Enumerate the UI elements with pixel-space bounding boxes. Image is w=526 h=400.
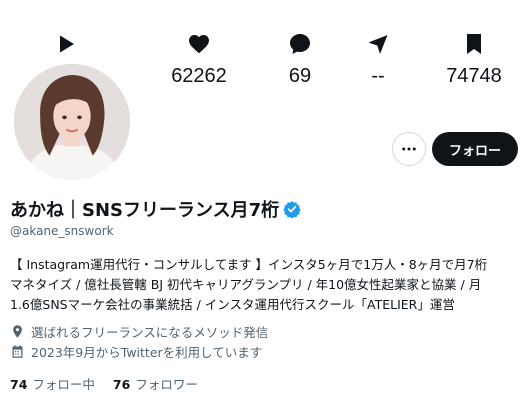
stat-shares-count: -- bbox=[371, 65, 385, 87]
bio-line: 1.6億SNSマーケ会社の事業統括 / インスタ運用代行スクール「ATELIER… bbox=[10, 297, 455, 312]
following-link[interactable]: 74 フォロー中 bbox=[10, 374, 95, 393]
location-text: 選ばれるフリーランスになるメソッド発信 bbox=[31, 325, 269, 340]
heart-icon bbox=[149, 30, 249, 58]
bookmark-icon bbox=[424, 30, 524, 58]
more-icon bbox=[402, 147, 416, 151]
profile-display-name: あかね｜SNSフリーランス月7桁 bbox=[10, 200, 280, 221]
stat-shares[interactable]: -- bbox=[328, 30, 428, 88]
join-date-text: 2023年9月からTwitterを利用しています bbox=[31, 345, 263, 360]
profile-handle: @akane_snswork bbox=[10, 224, 114, 238]
calendar-icon bbox=[12, 345, 23, 358]
profile-bio: 【 Instagram運用代行・コンサルしてます 】インスタ5ヶ月で1万人・8ヶ… bbox=[10, 255, 520, 315]
followers-link[interactable]: 76 フォロワー bbox=[113, 374, 198, 393]
more-options-button[interactable] bbox=[392, 132, 426, 166]
followers-count: 76 bbox=[112, 377, 131, 392]
profile-join-date: 2023年9月からTwitterを利用しています bbox=[10, 342, 520, 361]
bio-line: マネタイズ / 億社長管轄 BJ 初代キャリアグランプリ / 年10億女性起業家… bbox=[10, 277, 482, 292]
stat-bookmarks-count: 74748 bbox=[446, 65, 502, 87]
stat-bookmarks[interactable]: 74748 bbox=[424, 30, 524, 88]
bio-line: 【 Instagram運用代行・コンサルしてます 】インスタ5ヶ月で1万人・8ヶ… bbox=[10, 257, 488, 272]
location-pin-icon bbox=[13, 325, 22, 338]
share-icon bbox=[328, 30, 428, 58]
following-count: 74 bbox=[10, 377, 28, 392]
stat-likes[interactable]: 62262 bbox=[149, 30, 249, 88]
followers-label: フォロワー bbox=[135, 377, 198, 392]
stat-likes-count: 62262 bbox=[171, 65, 227, 87]
profile-avatar[interactable] bbox=[10, 60, 134, 184]
profile-location: 選ばれるフリーランスになるメソッド発信 bbox=[10, 322, 520, 341]
play-icon bbox=[16, 30, 116, 58]
following-label: フォロー中 bbox=[32, 377, 95, 392]
verified-badge-icon[interactable] bbox=[283, 200, 301, 218]
avatar-photo bbox=[14, 64, 130, 180]
follow-stats: 74 フォロー中 76 フォロワー bbox=[10, 374, 198, 393]
follow-button[interactable]: フォロー bbox=[432, 132, 518, 166]
profile-name-row: あかね｜SNSフリーランス月7桁 bbox=[10, 196, 301, 222]
